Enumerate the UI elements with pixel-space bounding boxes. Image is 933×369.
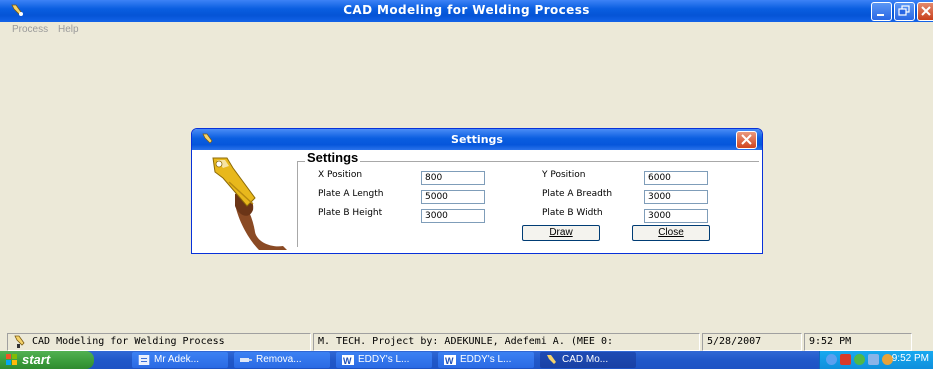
wrench-status-icon (14, 335, 25, 348)
speaker-icon[interactable] (868, 354, 879, 365)
plate-a-breadth-input[interactable]: 3000 (644, 190, 708, 204)
close-button[interactable]: Close (632, 225, 710, 241)
restore-icon (898, 5, 910, 16)
taskbar-button-mr-adek[interactable]: Mr Adek... (132, 352, 228, 368)
back-arrow-icon[interactable] (826, 354, 837, 365)
wrench-icon (547, 355, 556, 364)
x-position-label: X Position (318, 170, 363, 180)
close-icon (741, 134, 752, 145)
minimize-icon (877, 14, 884, 16)
svg-text:W: W (343, 356, 352, 365)
draw-button[interactable]: Draw (522, 225, 600, 241)
window-title: CAD Modeling for Welding Process (343, 3, 590, 17)
dialog-close-button[interactable] (736, 131, 757, 149)
status-bar: CAD Modeling for Welding Process M. TECH… (0, 332, 933, 351)
start-button[interactable]: start (0, 351, 94, 369)
dialog-body: Settings X Position 800 Y Position 6000 … (192, 150, 762, 253)
windows-flag-icon (6, 354, 17, 365)
plate-b-height-input[interactable]: 3000 (421, 209, 485, 223)
status-panel-app: CAD Modeling for Welding Process (7, 333, 311, 351)
main-window: CAD Modeling for Welding Process Process… (0, 0, 933, 369)
document-icon (138, 355, 150, 365)
status-app-name: CAD Modeling for Welding Process (32, 336, 225, 347)
taskbar-button-eddys-2[interactable]: W EDDY's L... (438, 352, 534, 368)
wrench-in-hand-image (212, 157, 287, 250)
network-icon[interactable] (854, 354, 865, 365)
title-bar[interactable]: CAD Modeling for Welding Process (0, 0, 933, 22)
status-panel-credit: M. TECH. Project by: ADEKUNLE, Adefemi A… (313, 333, 700, 351)
menu-help[interactable]: Help (58, 24, 79, 35)
plate-b-height-label: Plate B Height (318, 208, 383, 218)
antivirus-icon[interactable] (840, 354, 851, 365)
plate-b-width-input[interactable]: 3000 (644, 209, 708, 223)
taskbar-clock: 9:52 PM (891, 353, 929, 364)
word-document-icon: W (444, 355, 456, 365)
close-icon (921, 6, 931, 16)
system-tray: 9:52 PM (819, 351, 933, 369)
plate-a-length-label: Plate A Length (318, 189, 384, 199)
plate-b-width-label: Plate B Width (542, 208, 603, 218)
close-window-button[interactable] (917, 2, 933, 21)
start-label: start (22, 352, 51, 367)
y-position-input[interactable]: 6000 (644, 171, 708, 185)
taskbar: start Mr Adek... Remova... W EDDY's L...… (0, 351, 933, 369)
dialog-title: Settings (451, 133, 503, 146)
settings-dialog: Settings Settings X Position 800 Y Posit… (191, 128, 763, 254)
plate-a-breadth-label: Plate A Breadth (542, 189, 613, 199)
settings-group-label: Settings (305, 150, 361, 165)
dialog-title-bar[interactable]: Settings (192, 129, 762, 150)
taskbar-button-eddys-1[interactable]: W EDDY's L... (336, 352, 432, 368)
taskbar-button-remova[interactable]: Remova... (234, 352, 330, 368)
status-panel-date: 5/28/2007 (702, 333, 802, 351)
menu-process[interactable]: Process (12, 24, 48, 35)
status-panel-time: 9:52 PM (804, 333, 912, 351)
taskbar-button-cad-mo[interactable]: CAD Mo... (540, 352, 636, 368)
x-position-input[interactable]: 800 (421, 171, 485, 185)
menu-bar: Process Help (0, 22, 933, 40)
svg-text:W: W (445, 356, 454, 365)
usb-icon (240, 358, 252, 362)
minimize-button[interactable] (871, 2, 892, 21)
word-document-icon: W (342, 355, 354, 365)
restore-button[interactable] (894, 2, 915, 21)
y-position-label: Y Position (542, 170, 586, 180)
plate-a-length-input[interactable]: 5000 (421, 190, 485, 204)
